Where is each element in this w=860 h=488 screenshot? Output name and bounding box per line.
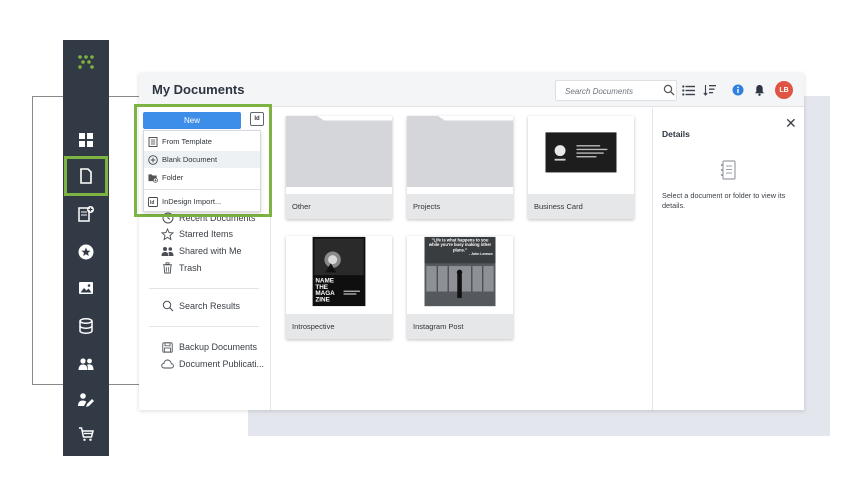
sort-icon: [702, 85, 716, 96]
folder-icon: [286, 116, 392, 187]
divider: [149, 288, 259, 289]
backup-icon: [161, 341, 174, 354]
plus-circle-icon: [148, 154, 158, 165]
apps-logo-icon[interactable]: [77, 54, 95, 70]
document-card-instagram-post[interactable]: "Life is what happens to you while you'r…: [407, 236, 513, 339]
details-hint: Select a document or folder to view its …: [662, 191, 786, 210]
info-icon: [732, 84, 744, 96]
menu-item-label: Blank Document: [162, 155, 218, 164]
sidebar-item-label: Trash: [179, 263, 202, 273]
quote-text: "Life is what happens to you while you'r…: [428, 237, 492, 253]
folder-card-projects[interactable]: Projects: [407, 116, 513, 219]
menu-item-from-template[interactable]: From Template: [144, 133, 260, 150]
search-input[interactable]: [556, 82, 646, 101]
sidebar-item-label: Starred Items: [179, 229, 234, 239]
sidebar-item-publications[interactable]: Document Publicati...: [161, 356, 264, 372]
search-icon: [161, 300, 174, 313]
trash-icon: [161, 262, 174, 275]
document-icon: [80, 168, 92, 184]
details-title: Details: [662, 129, 690, 139]
star-badge-icon: [78, 244, 94, 260]
details-panel: ✕ Details Select a document or folder to…: [652, 108, 804, 410]
header-bar: My Documents LB: [139, 73, 804, 107]
rail-documents-button[interactable]: [64, 156, 108, 196]
menu-item-label: Folder: [162, 173, 184, 182]
sidebar-item-label: Document Publicati...: [179, 359, 265, 369]
database-icon: [79, 318, 93, 334]
rail-favorites-button[interactable]: [63, 234, 109, 270]
sidebar-item-label: Shared with Me: [179, 246, 242, 256]
magazine-line: ZINE: [315, 297, 330, 304]
magazine-thumbnail: NAME THE MAGA ZINE: [290, 236, 388, 307]
instagram-post-thumbnail: "Life is what happens to you while you'r…: [411, 236, 509, 307]
image-icon: [79, 282, 93, 294]
document-label: Other: [286, 194, 392, 219]
rail-dashboard-button[interactable]: [63, 122, 109, 158]
sidebar-item-shared[interactable]: Shared with Me: [161, 243, 242, 259]
rail-add-document-button[interactable]: [63, 196, 109, 232]
cart-icon: [79, 427, 94, 441]
divider: [149, 326, 259, 327]
menu-item-indesign-import[interactable]: Id InDesign Import...: [144, 193, 260, 210]
sidebar-item-search-results[interactable]: Search Results: [161, 298, 240, 314]
nav-rail: [63, 40, 109, 456]
indesign-icon: Id: [148, 196, 158, 207]
notifications-button[interactable]: [750, 81, 768, 99]
menu-item-blank-document[interactable]: Blank Document: [144, 151, 260, 168]
page-title: My Documents: [152, 82, 245, 97]
shared-users-icon: [161, 245, 174, 258]
menu-item-label: From Template: [162, 137, 212, 146]
document-label: Instagram Post: [407, 314, 513, 339]
add-document-icon: [78, 206, 94, 222]
list-view-icon: [681, 84, 695, 96]
sidebar-item-trash[interactable]: Trash: [161, 260, 202, 276]
rail-database-button[interactable]: [63, 308, 109, 344]
guide-line: [32, 96, 33, 385]
new-dropdown-menu: From Template Blank Document Folder Id I…: [143, 130, 261, 212]
document-card-introspective[interactable]: NAME THE MAGA ZINE Introspective: [286, 236, 392, 339]
dashboard-icon: [79, 133, 93, 147]
sidebar-item-label: Backup Documents: [179, 342, 258, 352]
star-icon: [161, 227, 174, 241]
folder-icon: [407, 116, 513, 187]
quote-author: - John Lennon: [468, 252, 493, 257]
search-icon: [663, 84, 675, 96]
search-button[interactable]: [660, 81, 678, 99]
close-details-button[interactable]: ✕: [785, 115, 797, 132]
svg-text:Id: Id: [150, 200, 154, 206]
menu-divider: [144, 189, 260, 190]
menu-item-folder[interactable]: Folder: [144, 169, 260, 186]
document-label: Introspective: [286, 314, 392, 339]
new-button[interactable]: New: [143, 112, 241, 129]
sort-button[interactable]: [700, 81, 718, 99]
rail-cart-button[interactable]: [63, 416, 109, 452]
bell-icon: [754, 85, 764, 96]
indesign-button[interactable]: Id: [250, 112, 264, 126]
cloud-icon: [161, 358, 174, 371]
users-icon: [78, 358, 94, 370]
menu-item-label: InDesign Import...: [162, 197, 222, 206]
sidebar-item-label: Search Results: [179, 301, 241, 311]
folder-card-other[interactable]: Other: [286, 116, 392, 219]
business-card-thumbnail: [532, 116, 630, 187]
folder-add-icon: [148, 173, 158, 183]
rail-users-button[interactable]: [63, 346, 109, 382]
user-avatar[interactable]: LB: [775, 81, 793, 99]
document-card-business-card[interactable]: Business Card: [528, 116, 634, 219]
sidebar-item-backup[interactable]: Backup Documents: [161, 339, 257, 355]
user-edit-icon: [78, 393, 94, 407]
list-view-button[interactable]: [679, 81, 697, 99]
rail-user-edit-button[interactable]: [63, 382, 109, 418]
template-icon: [148, 136, 158, 147]
document-outline-icon: [721, 160, 736, 180]
rail-images-button[interactable]: [63, 270, 109, 306]
search-box[interactable]: [555, 80, 677, 101]
sidebar-item-starred[interactable]: Starred Items: [161, 226, 233, 242]
info-button[interactable]: [729, 81, 747, 99]
document-label: Business Card: [528, 194, 634, 219]
document-label: Projects: [407, 194, 513, 219]
screen: My Documents LB: [0, 0, 860, 488]
